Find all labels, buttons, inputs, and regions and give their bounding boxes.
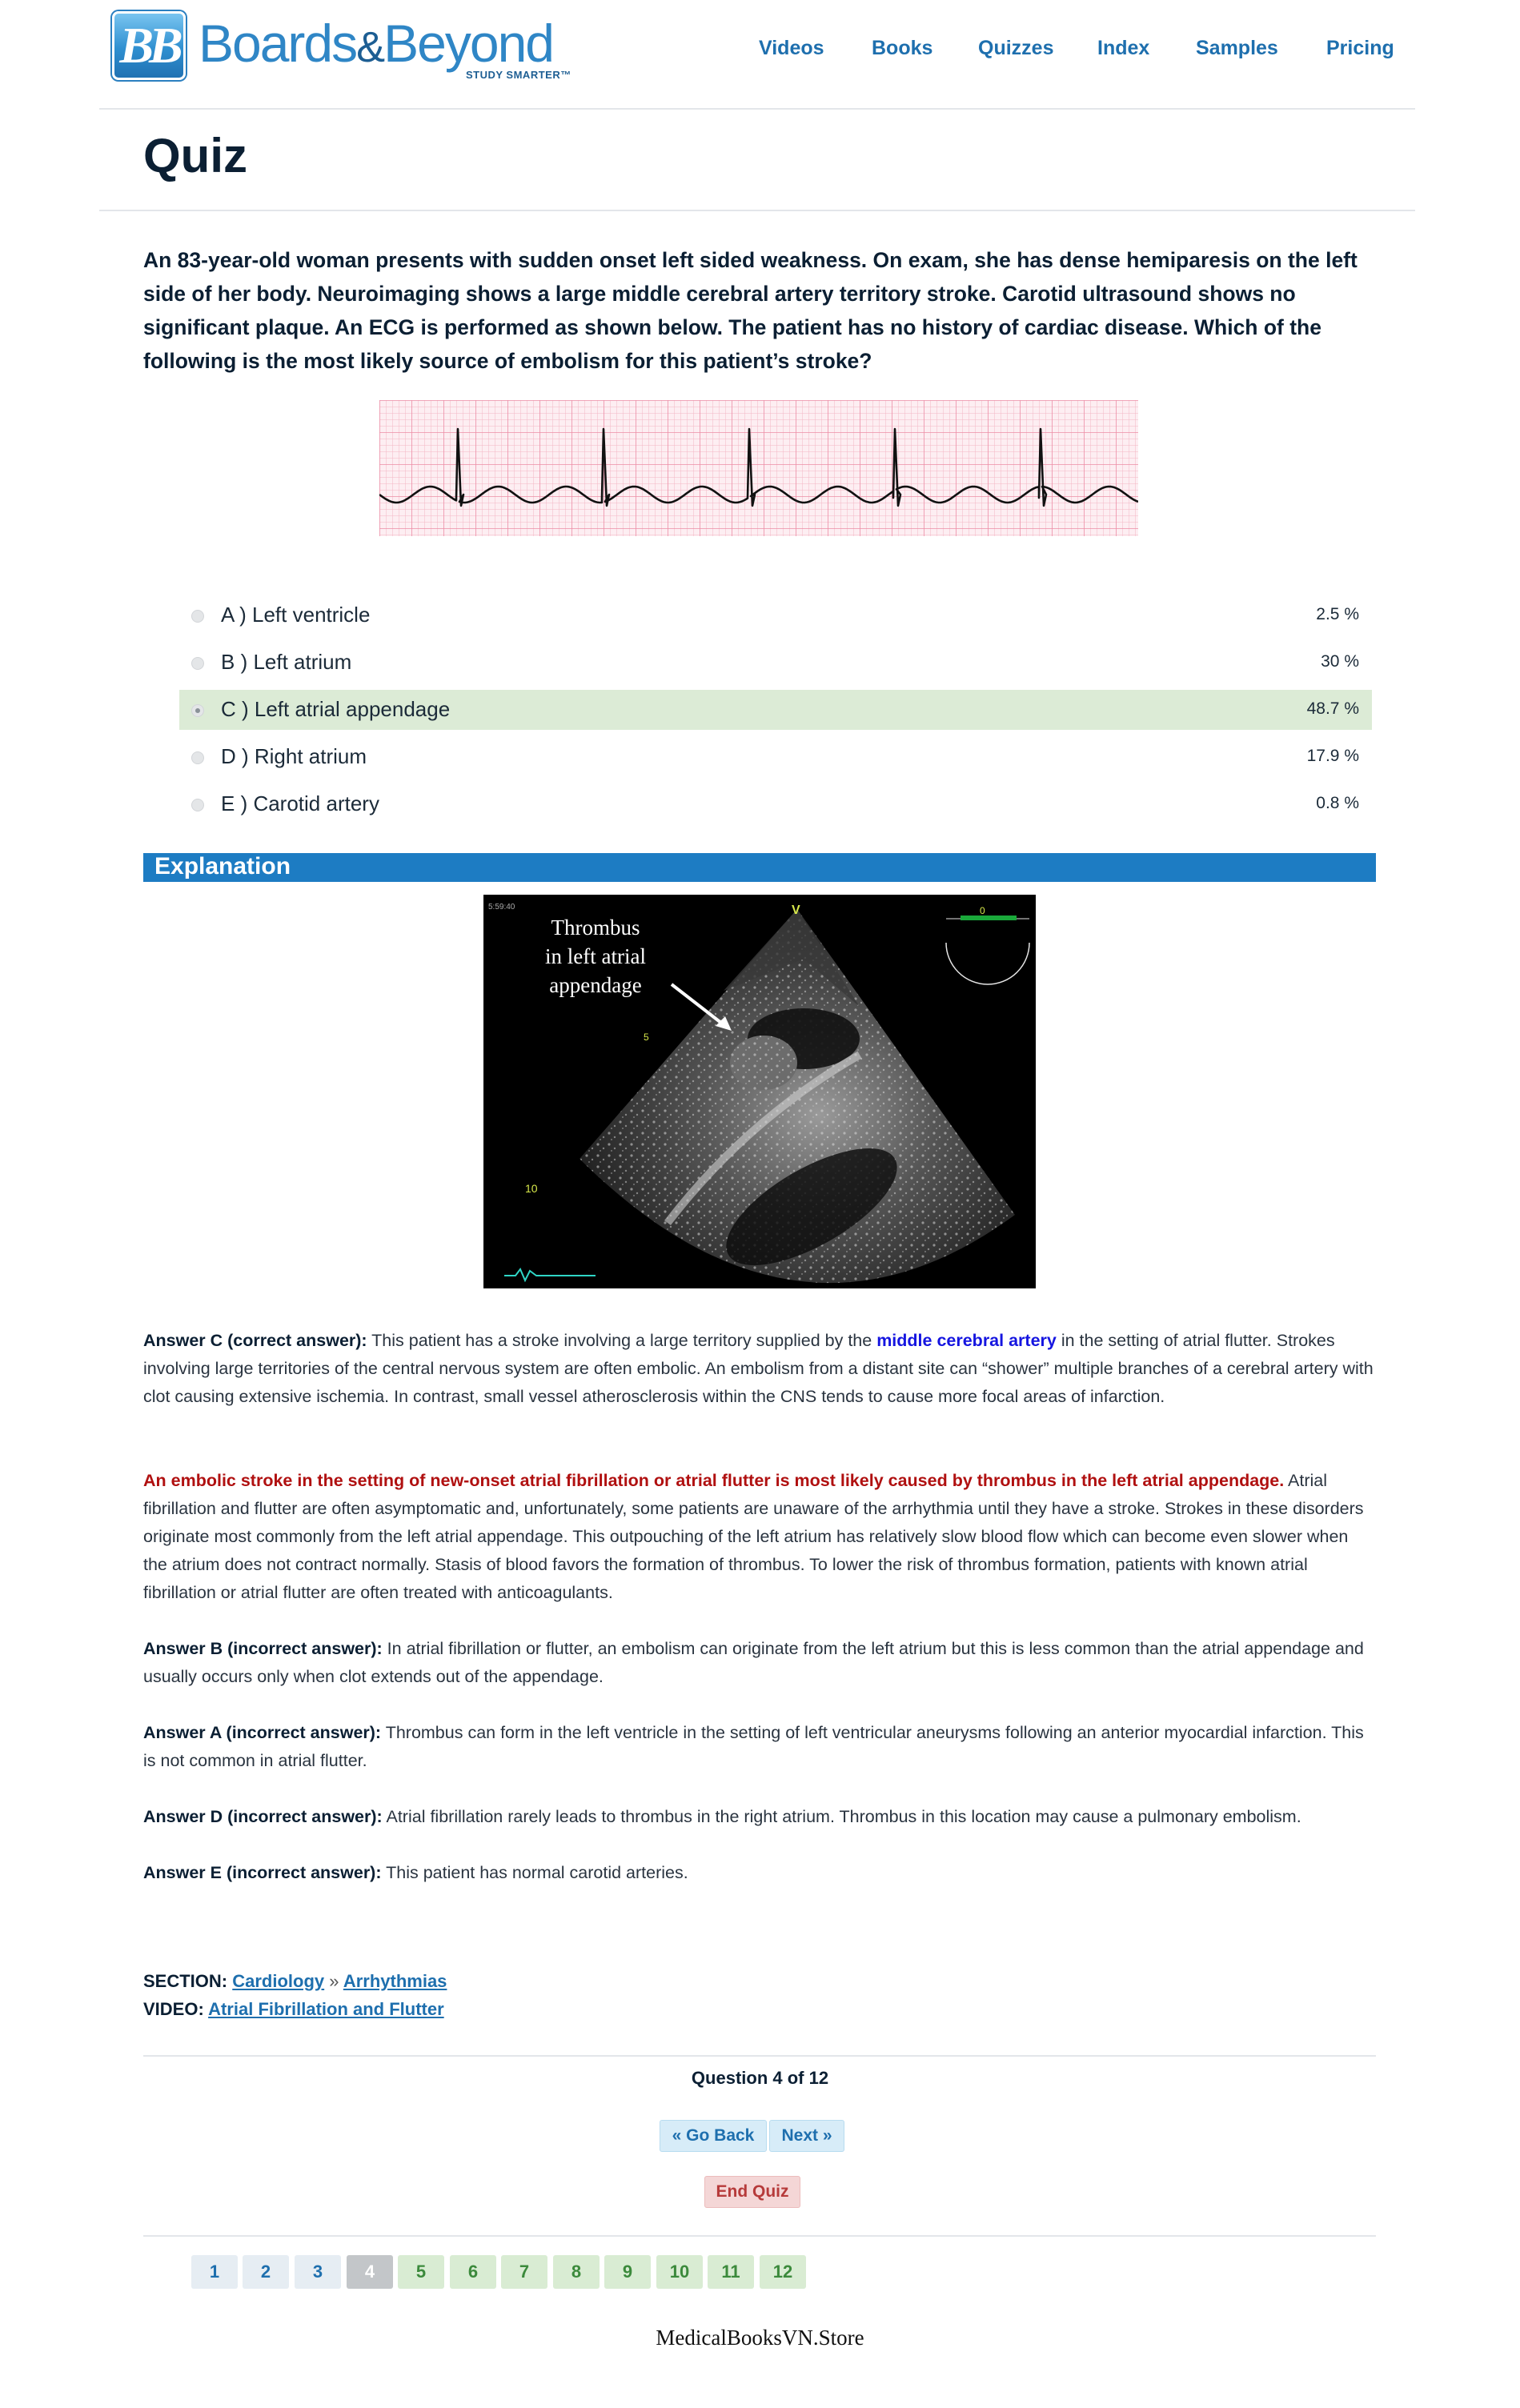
page-title: Quiz [143, 129, 247, 182]
page-5-button[interactable]: 5 [398, 2255, 444, 2289]
radio-button[interactable] [191, 799, 204, 811]
go-back-button[interactable]: « Go Back [660, 2120, 767, 2152]
page-4-button-current[interactable]: 4 [347, 2255, 393, 2289]
explanation-answer-c: Answer C (correct answer): This patient … [143, 1331, 1374, 1406]
nav-books[interactable]: Books [872, 37, 932, 60]
site-header: BB Boards&Beyond STUDY SMARTER™ Videos B… [0, 0, 1520, 109]
title-divider [99, 210, 1415, 211]
explanation-key-point: An embolic stroke in the setting of new-… [143, 1471, 1364, 1602]
choice-percent: 2.5 % [1316, 605, 1359, 623]
brand-tagline: STUDY SMARTER™ [466, 69, 572, 81]
page-11-button[interactable]: 11 [708, 2255, 754, 2289]
page-12-button[interactable]: 12 [760, 2255, 806, 2289]
explanation-answer-e: Answer E (incorrect answer): This patien… [143, 1863, 688, 1882]
radio-button[interactable] [191, 751, 204, 764]
end-quiz-button[interactable]: End Quiz [704, 2176, 800, 2208]
explanation-header: Explanation [143, 853, 1376, 882]
choice-percent: 17.9 % [1306, 747, 1359, 765]
explanation-answer-d: Answer D (incorrect answer): Atrial fibr… [143, 1807, 1301, 1826]
choice-b[interactable]: B ) Left atrium 30 % [179, 643, 1372, 683]
video-line: VIDEO: Atrial Fibrillation and Flutter [143, 1999, 444, 2019]
watermark-text: MedicalBooksVN.Store [656, 2326, 864, 2350]
radio-button[interactable] [191, 610, 204, 623]
section-breadcrumb: SECTION: Cardiology » Arrhythmias [143, 1971, 447, 1991]
next-button[interactable]: Next » [769, 2120, 844, 2152]
choice-d[interactable]: D ) Right atrium 17.9 % [179, 737, 1372, 777]
nav-videos[interactable]: Videos [759, 37, 824, 60]
nav-index[interactable]: Index [1097, 37, 1149, 60]
page-6-button[interactable]: 6 [450, 2255, 496, 2289]
echocardiogram-image: 0 V 5:59:40 5 10 Thrombus in left atrial… [483, 895, 1036, 1288]
choice-a[interactable]: A ) Left ventricle 2.5 % [179, 595, 1372, 635]
pager-divider-bottom [143, 2235, 1376, 2237]
highlight-mca: middle cerebral artery [876, 1331, 1057, 1350]
nav-pricing[interactable]: Pricing [1326, 37, 1394, 60]
page-10-button[interactable]: 10 [656, 2255, 703, 2289]
choice-c-selected[interactable]: C ) Left atrial appendage 48.7 % [179, 690, 1372, 730]
svg-text:10: 10 [525, 1182, 538, 1195]
video-link[interactable]: Atrial Fibrillation and Flutter [208, 1999, 444, 2019]
page-7-button[interactable]: 7 [501, 2255, 547, 2289]
svg-text:Thrombus: Thrombus [551, 916, 640, 940]
header-divider [99, 108, 1415, 110]
radio-button-selected[interactable] [191, 704, 204, 717]
question-stem: An 83-year-old woman presents with sudde… [143, 248, 1358, 373]
svg-text:0: 0 [980, 905, 985, 916]
main-nav: Videos Books Quizzes Index Samples Prici… [0, 37, 1520, 62]
explanation-answer-b: Answer B (incorrect answer): In atrial f… [143, 1639, 1364, 1686]
page-1-button[interactable]: 1 [191, 2255, 238, 2289]
choice-percent: 30 % [1321, 652, 1359, 671]
page-9-button[interactable]: 9 [604, 2255, 651, 2289]
page-3-button[interactable]: 3 [295, 2255, 341, 2289]
section-link-cardiology[interactable]: Cardiology [232, 1971, 324, 1991]
pager-divider-top [143, 2055, 1376, 2057]
radio-button[interactable] [191, 657, 204, 670]
section-link-arrhythmias[interactable]: Arrhythmias [343, 1971, 447, 1991]
choice-percent: 0.8 % [1316, 794, 1359, 812]
choice-e[interactable]: E ) Carotid artery 0.8 % [179, 784, 1372, 824]
svg-text:in left atrial: in left atrial [545, 944, 646, 968]
page-8-button[interactable]: 8 [553, 2255, 600, 2289]
svg-text:appendage: appendage [549, 973, 641, 997]
ecg-strip-image [379, 400, 1138, 536]
explanation-answer-a: Answer A (incorrect answer): Thrombus ca… [143, 1723, 1364, 1770]
page-2-button[interactable]: 2 [243, 2255, 289, 2289]
svg-text:5:59:40: 5:59:40 [488, 903, 515, 912]
nav-quizzes[interactable]: Quizzes [978, 37, 1053, 60]
choice-percent: 48.7 % [1306, 699, 1359, 718]
highlight-key-point: An embolic stroke in the setting of new-… [143, 1471, 1285, 1490]
svg-text:V: V [792, 904, 800, 917]
question-counter: Question 4 of 12 [691, 2068, 829, 2088]
svg-text:5: 5 [644, 1032, 649, 1043]
nav-samples[interactable]: Samples [1196, 37, 1278, 60]
